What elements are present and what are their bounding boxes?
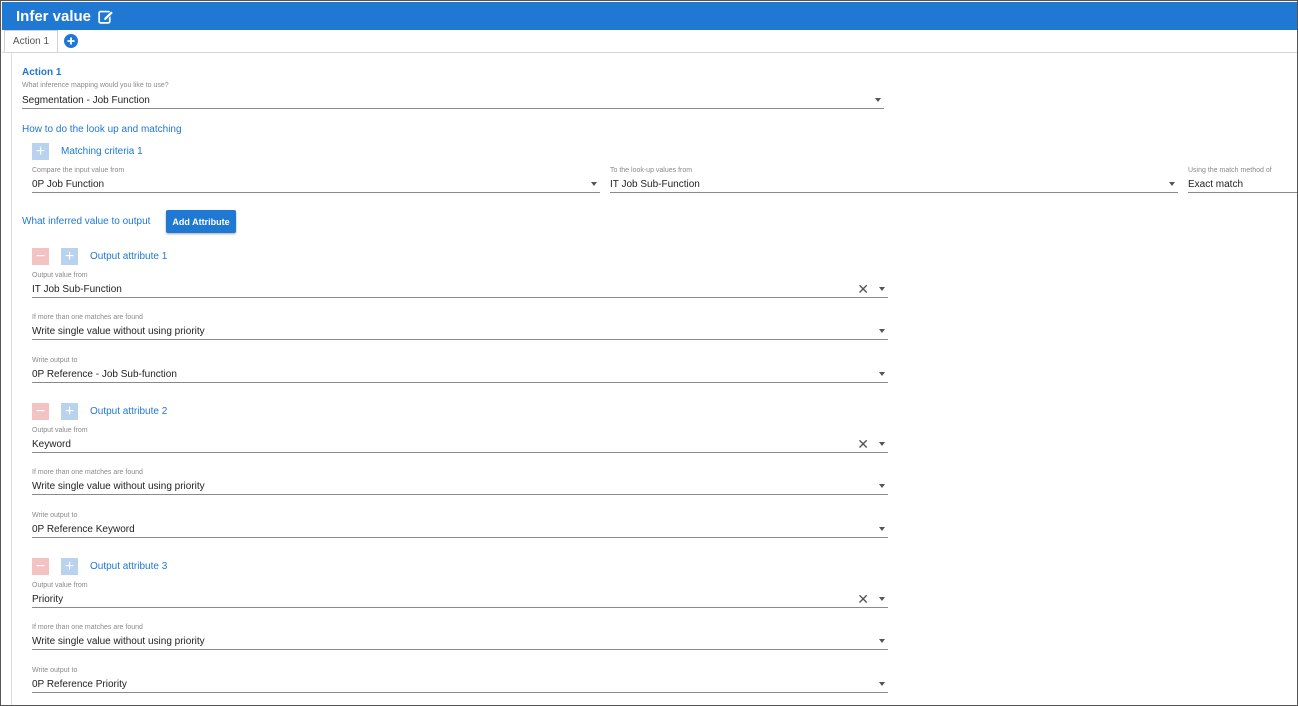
mapping-value: Segmentation - Job Function (22, 94, 150, 106)
mapping-label: What inference mapping would you like to… (22, 82, 169, 89)
attribute-title: Output attribute 3 (90, 561, 168, 572)
dropdown-arrow-icon (1169, 182, 1175, 186)
output-value: IT Job Sub-Function (32, 283, 122, 295)
output-value: Priority (32, 593, 64, 605)
lookup-label: To the look-up values from (610, 167, 693, 174)
add-tab-icon[interactable] (64, 34, 78, 48)
output-value-select[interactable]: Keyword ✕ (32, 436, 888, 453)
compare-label: Compare the input value from (32, 167, 125, 174)
method-select[interactable]: Exact match (1188, 176, 1297, 193)
remove-attribute-icon[interactable]: − (32, 248, 49, 265)
dropdown-arrow-icon (879, 372, 885, 376)
multi-match-value: Write single value without using priorit… (32, 635, 205, 647)
dropdown-arrow-icon (875, 98, 881, 102)
clear-icon[interactable]: ✕ (857, 282, 869, 296)
output-value-select[interactable]: IT Job Sub-Function ✕ (32, 281, 888, 298)
write-output-value: 0P Reference Keyword (32, 523, 135, 535)
dropdown-arrow-icon (879, 287, 885, 291)
multi-match-label: If more than one matches are found (32, 624, 143, 631)
write-output-value: 0P Reference Priority (32, 678, 127, 690)
output-heading: What inferred value to output (22, 216, 151, 227)
write-output-label: Write output to (32, 667, 78, 674)
compare-value: 0P Job Function (32, 178, 105, 190)
output-value-label: Output value from (32, 427, 88, 434)
window-title: Infer value (16, 7, 92, 25)
tab-bar: Action 1 (2, 30, 1297, 53)
add-criteria-icon[interactable]: + (32, 143, 49, 160)
multi-match-select[interactable]: Write single value without using priorit… (32, 633, 888, 650)
dropdown-arrow-icon (879, 442, 885, 446)
attribute-title: Output attribute 1 (90, 251, 168, 262)
write-output-label: Write output to (32, 357, 78, 364)
attribute-title: Output attribute 2 (90, 406, 168, 417)
output-value-label: Output value from (32, 272, 88, 279)
dropdown-arrow-icon (879, 639, 885, 643)
write-output-value: 0P Reference - Job Sub-function (32, 368, 177, 380)
action-content: Action 1 What inference mapping would yo… (11, 53, 1297, 705)
multi-match-value: Write single value without using priorit… (32, 325, 205, 337)
tab-action-1[interactable]: Action 1 (4, 30, 58, 52)
lookup-value: IT Job Sub-Function (610, 178, 700, 190)
add-attribute-button[interactable]: Add Attribute (166, 210, 236, 233)
dropdown-arrow-icon (879, 527, 885, 531)
write-output-label: Write output to (32, 512, 78, 519)
multi-match-select[interactable]: Write single value without using priorit… (32, 323, 888, 340)
dropdown-arrow-icon (879, 484, 885, 488)
edit-icon[interactable] (97, 7, 115, 25)
multi-match-value: Write single value without using priorit… (32, 480, 205, 492)
dropdown-arrow-icon (591, 182, 597, 186)
add-attribute-icon[interactable]: + (61, 558, 78, 575)
remove-attribute-icon[interactable]: − (32, 403, 49, 420)
write-output-select[interactable]: 0P Reference Keyword (32, 521, 888, 538)
lookup-heading: How to do the look up and matching (22, 124, 182, 135)
title-bar: Infer value (2, 2, 1297, 30)
compare-select[interactable]: 0P Job Function (32, 176, 600, 193)
dropdown-arrow-icon (879, 329, 885, 333)
remove-attribute-icon[interactable]: − (32, 558, 49, 575)
method-value: Exact match (1188, 178, 1244, 190)
add-attribute-icon[interactable]: + (61, 403, 78, 420)
clear-icon[interactable]: ✕ (857, 437, 869, 451)
output-value: Keyword (32, 438, 71, 450)
output-value-label: Output value from (32, 582, 88, 589)
mapping-select[interactable]: Segmentation - Job Function (22, 92, 884, 109)
dropdown-arrow-icon (879, 597, 885, 601)
dropdown-arrow-icon (879, 682, 885, 686)
multi-match-label: If more than one matches are found (32, 469, 143, 476)
write-output-select[interactable]: 0P Reference - Job Sub-function (32, 366, 888, 383)
action-title: Action 1 (22, 67, 62, 78)
multi-match-select[interactable]: Write single value without using priorit… (32, 478, 888, 495)
write-output-select[interactable]: 0P Reference Priority (32, 676, 888, 693)
multi-match-label: If more than one matches are found (32, 314, 143, 321)
add-attribute-icon[interactable]: + (61, 248, 78, 265)
criteria-title: Matching criteria 1 (61, 146, 143, 157)
window-frame: Infer value Action 1 Action 1 What infer… (0, 0, 1298, 706)
method-label: Using the match method of (1188, 167, 1272, 174)
clear-icon[interactable]: ✕ (857, 592, 869, 606)
lookup-select[interactable]: IT Job Sub-Function (610, 176, 1178, 193)
output-value-select[interactable]: Priority ✕ (32, 591, 888, 608)
